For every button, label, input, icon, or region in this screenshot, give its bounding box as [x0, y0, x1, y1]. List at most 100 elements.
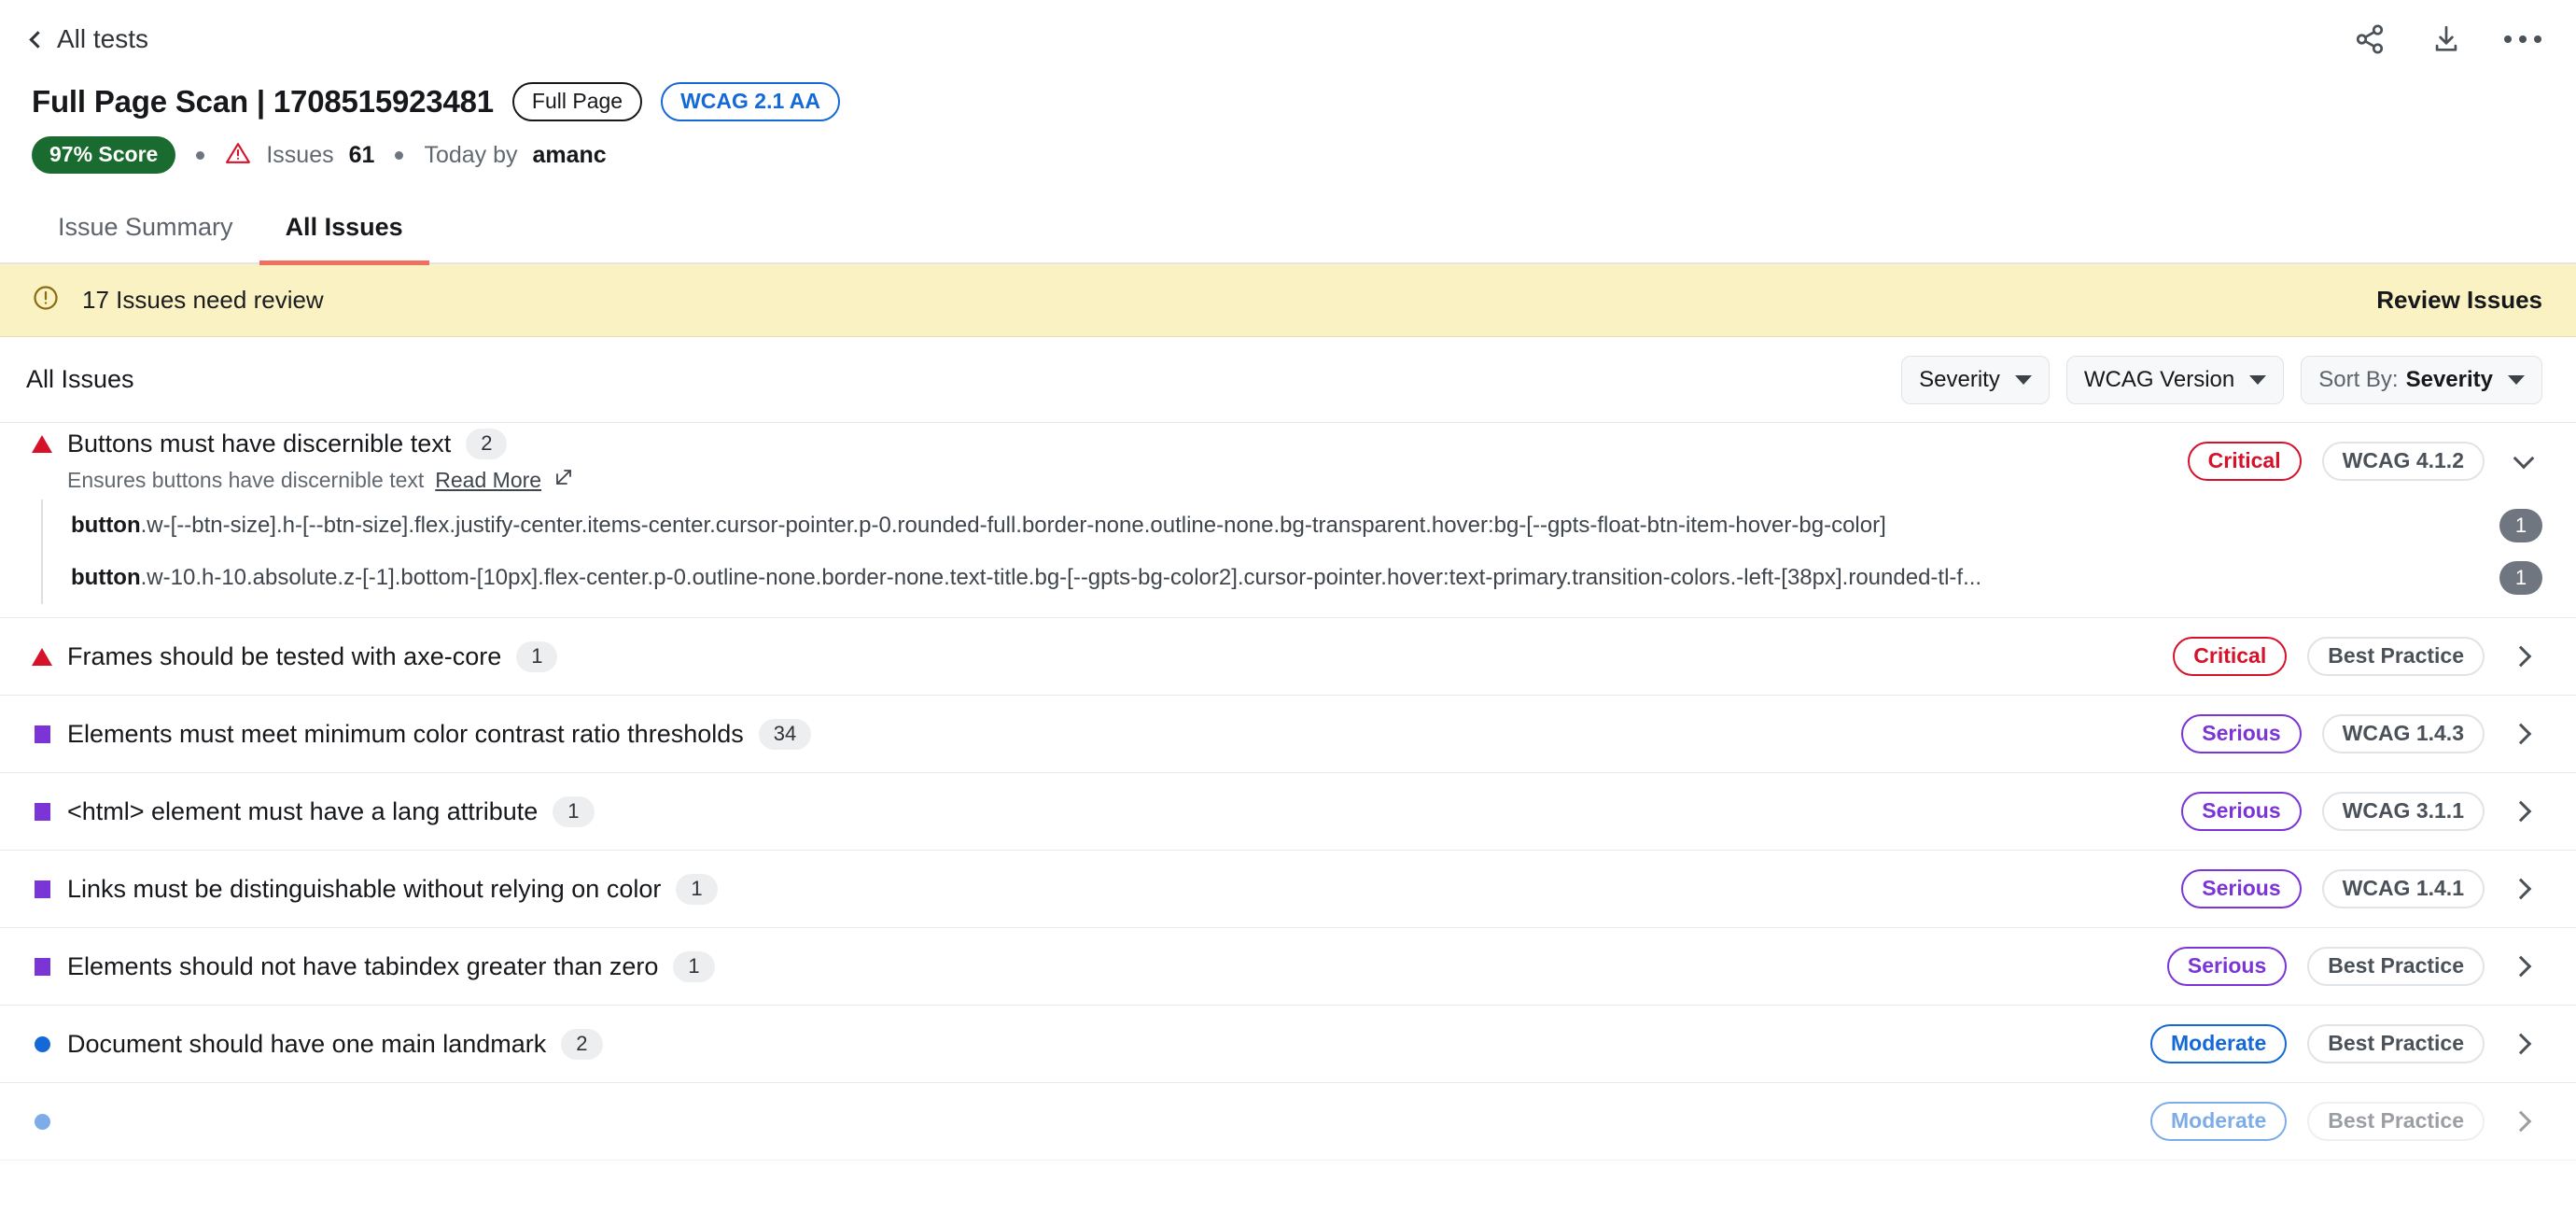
chevron-down-icon: [2508, 374, 2525, 385]
issue-badges: Serious WCAG 3.1.1: [2181, 792, 2542, 831]
issue-header[interactable]: Document should have one main landmark 2…: [32, 1006, 2542, 1082]
more-options-icon[interactable]: [2503, 20, 2542, 59]
severity-dot-icon: [32, 1035, 52, 1052]
chevron-right-icon: [2510, 955, 2532, 978]
issue-row-partial[interactable]: Moderate Best Practice: [0, 1083, 2576, 1161]
tab-issue-summary[interactable]: Issue Summary: [32, 202, 259, 262]
title-row: Full Page Scan | 1708515923481 Full Page…: [32, 82, 2544, 121]
expand-issue-button[interactable]: [2505, 1033, 2542, 1055]
issue-header[interactable]: Buttons must have discernible text 2 Ens…: [32, 423, 2542, 500]
collapse-issue-button[interactable]: [2505, 447, 2542, 470]
warning-triangle-icon: [225, 140, 251, 171]
review-banner-text: 17 Issues need review: [82, 286, 324, 314]
severity-filter[interactable]: Severity: [1901, 355, 2050, 404]
issue-title: Frames should be tested with axe-core: [67, 641, 502, 670]
expand-issue-button[interactable]: [2505, 800, 2542, 823]
element-selector: button.w-10.h-10.absolute.z-[-1].bottom-…: [71, 565, 1982, 590]
issue-count-chip: 1: [673, 950, 715, 982]
section-title: All Issues: [26, 365, 134, 393]
issue-header[interactable]: Frames should be tested with axe-core 1 …: [32, 618, 2542, 695]
review-banner-left: 17 Issues need review: [32, 284, 324, 317]
issue-title-line: Frames should be tested with axe-core 1: [32, 641, 2158, 672]
issue-count-chip: 2: [561, 1028, 603, 1060]
issue-title-line: [32, 1113, 2135, 1130]
issue-title: Document should have one main landmark: [67, 1029, 547, 1058]
chevron-right-icon: [2510, 1110, 2532, 1133]
separator-dot: [196, 150, 205, 160]
issue-header[interactable]: <html> element must have a lang attribut…: [32, 773, 2542, 850]
issue-description-line: Ensures buttons have discernible text Re…: [32, 466, 2173, 494]
issue-row[interactable]: <html> element must have a lang attribut…: [0, 773, 2576, 851]
issue-row[interactable]: Links must be distinguishable without re…: [0, 851, 2576, 928]
severity-dot-icon: [32, 1113, 52, 1130]
issue-description: Ensures buttons have discernible text: [67, 467, 425, 492]
chevron-down-icon: [2249, 374, 2267, 385]
expand-issue-button[interactable]: [2505, 1110, 2542, 1133]
issue-row[interactable]: Elements must meet minimum color contras…: [0, 696, 2576, 773]
issue-row[interactable]: Buttons must have discernible text 2 Ens…: [0, 423, 2576, 618]
wcag-badge: WCAG 1.4.3: [2321, 714, 2485, 753]
read-more-link[interactable]: Read More: [435, 468, 541, 493]
issue-badges: Serious WCAG 1.4.3: [2181, 714, 2542, 753]
chevron-right-icon: [2510, 1033, 2532, 1055]
issue-main: Buttons must have discernible text 2 Ens…: [32, 429, 2173, 494]
issue-count-chip: 34: [758, 718, 812, 750]
issues-label: Issues: [266, 141, 334, 168]
issue-badges: Moderate Best Practice: [2150, 1024, 2542, 1063]
wcag-badge: Best Practice: [2307, 1102, 2485, 1141]
external-link-icon[interactable]: [553, 466, 575, 494]
issue-main: Links must be distinguishable without re…: [32, 873, 2166, 905]
element-occurrence-count: 1: [2499, 509, 2542, 542]
severity-badge: Moderate: [2150, 1102, 2288, 1141]
issue-main: Frames should be tested with axe-core 1: [32, 641, 2158, 672]
issue-main: Elements must meet minimum color contras…: [32, 718, 2166, 750]
download-icon[interactable]: [2427, 20, 2466, 59]
standard-pill[interactable]: WCAG 2.1 AA: [661, 82, 841, 121]
chevron-right-icon: [2510, 645, 2532, 668]
issue-elements-list: button.w-[--btn-size].h-[--btn-size].fle…: [32, 500, 2542, 617]
back-to-all-tests-link[interactable]: All tests: [29, 24, 149, 54]
tab-all-issues[interactable]: All Issues: [259, 202, 429, 265]
issue-header[interactable]: Moderate Best Practice: [32, 1083, 2542, 1160]
sort-by-value: Severity: [2405, 366, 2493, 392]
issue-main: [32, 1113, 2135, 1130]
issue-element-item[interactable]: button.w-[--btn-size].h-[--btn-size].fle…: [41, 500, 2542, 552]
issue-row[interactable]: Frames should be tested with axe-core 1 …: [0, 618, 2576, 696]
chevron-right-icon: [2510, 800, 2532, 823]
wcag-badge: WCAG 4.1.2: [2321, 442, 2485, 481]
expand-issue-button[interactable]: [2505, 878, 2542, 900]
alert-circle-icon: [32, 284, 60, 317]
severity-badge: Serious: [2181, 792, 2302, 831]
author: amanc: [532, 141, 607, 168]
back-link-label: All tests: [57, 24, 149, 53]
share-icon[interactable]: [2350, 20, 2389, 59]
wcag-badge: Best Practice: [2307, 1024, 2485, 1063]
issue-header[interactable]: Elements must meet minimum color contras…: [32, 696, 2542, 772]
issue-row[interactable]: Document should have one main landmark 2…: [0, 1006, 2576, 1083]
review-issues-button[interactable]: Review Issues: [2376, 286, 2542, 315]
issue-element-item[interactable]: button.w-10.h-10.absolute.z-[-1].bottom-…: [41, 552, 2542, 604]
separator-dot-2: [395, 150, 404, 160]
issue-title-line: Links must be distinguishable without re…: [32, 873, 2166, 905]
severity-badge: Critical: [2173, 637, 2288, 676]
review-banner: 17 Issues need review Review Issues: [0, 264, 2576, 337]
element-selector: button.w-[--btn-size].h-[--btn-size].fle…: [71, 513, 1886, 538]
issue-row[interactable]: Elements should not have tabindex greate…: [0, 928, 2576, 1006]
severity-square-icon: [32, 802, 52, 821]
issue-count-chip: 2: [466, 429, 508, 459]
severity-badge: Serious: [2181, 714, 2302, 753]
report-meta: 97% Score Issues 61 Today by amanc: [32, 136, 2544, 174]
issue-header[interactable]: Links must be distinguishable without re…: [32, 851, 2542, 927]
severity-badge: Serious: [2166, 947, 2288, 986]
tab-bar: Issue Summary All Issues: [0, 202, 2576, 265]
issue-header[interactable]: Elements should not have tabindex greate…: [32, 928, 2542, 1005]
issue-badges: Moderate Best Practice: [2150, 1102, 2542, 1141]
expand-issue-button[interactable]: [2505, 723, 2542, 745]
issue-title-line: Document should have one main landmark 2: [32, 1028, 2135, 1060]
issue-count-chip: 1: [553, 796, 595, 827]
expand-issue-button[interactable]: [2505, 955, 2542, 978]
wcag-version-filter[interactable]: WCAG Version: [2065, 355, 2285, 404]
top-bar: All tests: [0, 0, 2576, 78]
sort-by-control[interactable]: Sort By: Severity: [2301, 355, 2542, 404]
expand-issue-button[interactable]: [2505, 645, 2542, 668]
